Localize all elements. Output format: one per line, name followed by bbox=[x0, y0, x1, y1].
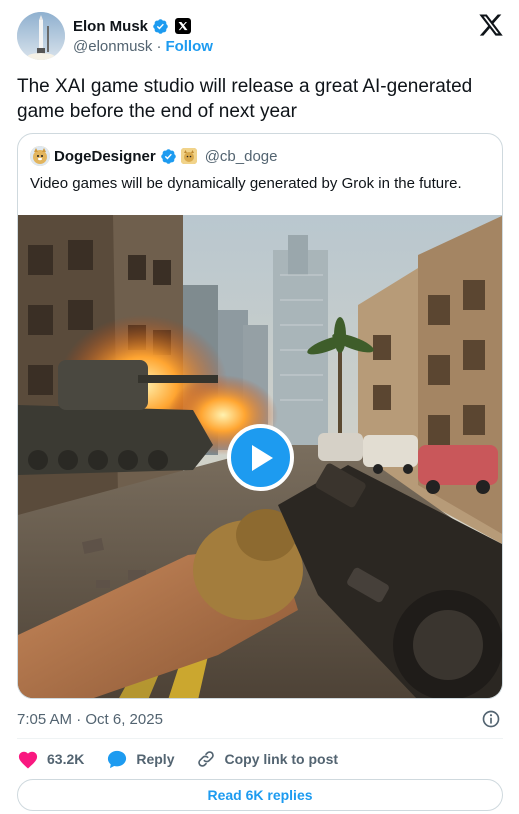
divider bbox=[17, 738, 503, 739]
copy-link-button[interactable]: Copy link to post bbox=[196, 749, 338, 769]
author-handle-row: @elonmusk · Follow bbox=[73, 38, 213, 55]
action-bar: 63.2K Reply Copy link to post bbox=[17, 748, 360, 770]
author-name-row: Elon Musk bbox=[73, 16, 192, 36]
tweet-timestamp[interactable]: 7:05 AM · Oct 6, 2025 bbox=[17, 711, 163, 728]
play-icon bbox=[251, 444, 273, 471]
tweet-text: The XAI game studio will release a great… bbox=[17, 76, 473, 122]
quoted-author-avatar bbox=[30, 146, 50, 166]
play-button[interactable] bbox=[227, 424, 294, 491]
quoted-author-name: DogeDesigner bbox=[54, 147, 156, 165]
reply-button[interactable]: Reply bbox=[106, 749, 174, 769]
quoted-tweet-text: Video games will be dynamically generate… bbox=[30, 175, 462, 192]
read-replies-button[interactable]: Read 6K replies bbox=[17, 779, 503, 811]
author-handle[interactable]: @elonmusk bbox=[73, 38, 152, 55]
doge-emoji-icon bbox=[180, 148, 197, 164]
follow-button[interactable]: Follow bbox=[165, 38, 213, 55]
verified-badge-icon bbox=[160, 148, 177, 165]
tweet-card: Elon Musk @elonmusk · Follow The XAI gam… bbox=[0, 0, 519, 814]
quoted-author-row: DogeDesigner @cb_doge bbox=[30, 146, 277, 166]
reply-bubble-icon bbox=[108, 750, 127, 769]
link-icon bbox=[198, 751, 215, 767]
reply-label: Reply bbox=[136, 751, 175, 767]
like-button[interactable]: 63.2K bbox=[17, 749, 84, 769]
timestamp-row: 7:05 AM · Oct 6, 2025 bbox=[17, 709, 503, 729]
video-thumbnail[interactable] bbox=[18, 215, 502, 698]
quoted-tweet[interactable]: DogeDesigner @cb_doge Video games will b… bbox=[17, 133, 503, 699]
like-count: 63.2K bbox=[47, 751, 85, 767]
handle-separator: · bbox=[156, 38, 162, 55]
author-avatar[interactable] bbox=[17, 12, 65, 60]
x-affiliate-icon[interactable] bbox=[175, 18, 192, 34]
verified-badge-icon[interactable] bbox=[152, 18, 169, 35]
quoted-author-handle: @cb_doge bbox=[204, 147, 278, 165]
x-logo-icon[interactable] bbox=[478, 12, 504, 38]
author-name[interactable]: Elon Musk bbox=[73, 18, 148, 35]
copy-link-label: Copy link to post bbox=[224, 751, 339, 767]
heart-icon bbox=[18, 751, 38, 769]
info-icon[interactable] bbox=[481, 709, 501, 729]
